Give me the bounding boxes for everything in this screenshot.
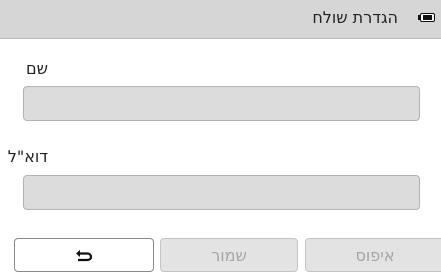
sender-settings-screen: הגדרת שולח שם דוא"ל שמור איפוס [0,0,441,272]
back-arrow-icon [76,250,93,262]
reset-button[interactable]: איפוס [305,238,441,272]
battery-level-fill [423,15,432,20]
page-title: הגדרת שולח [312,8,398,27]
name-field[interactable] [23,86,420,121]
save-button[interactable]: שמור [160,238,298,272]
email-field[interactable] [23,175,420,210]
battery-icon [420,13,435,22]
back-button[interactable] [14,238,154,272]
title-bar: הגדרת שולח [0,0,441,39]
email-label: דוא"ל [7,147,48,166]
name-label: שם [26,59,48,78]
